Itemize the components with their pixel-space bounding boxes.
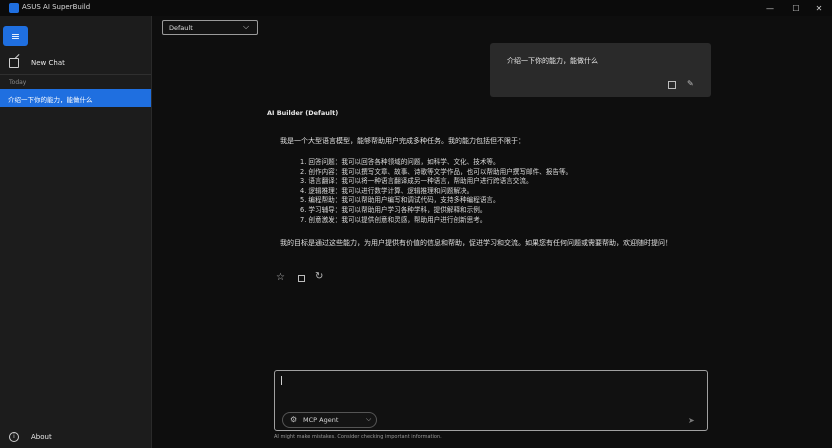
capability-list: 1. 回答问题：我可以回答各种领域的问题，如科学、文化、技术等。 2. 创作内容… — [300, 156, 573, 224]
app-window: ASUS AI SuperBuild — ☐ ✕ ≡ New Chat Toda… — [0, 0, 832, 448]
agent-label: MCP Agent — [303, 416, 339, 424]
sidebar-divider — [0, 74, 151, 75]
edit-icon[interactable]: ✎ — [687, 79, 694, 88]
assistant-intro: 我是一个大型语言模型，能够帮助用户完成多种任务。我的能力包括但不限于： — [280, 137, 525, 145]
new-chat-button[interactable]: New Chat — [0, 54, 151, 74]
chat-main: Default ⌵ 介绍一下你的能力，能做什么 ✎ AI Builder (De… — [152, 16, 832, 448]
new-chat-icon — [9, 58, 19, 68]
chevron-down-icon: ⌵ — [243, 22, 250, 31]
history-section-today: Today — [9, 79, 27, 86]
about-button[interactable]: i About — [0, 428, 151, 446]
about-label: About — [31, 433, 52, 441]
message-input[interactable] — [281, 375, 681, 385]
model-select[interactable]: Default ⌵ — [162, 20, 258, 35]
close-button[interactable]: ✕ — [806, 0, 832, 16]
minimize-button[interactable]: — — [757, 0, 783, 16]
list-item: 2. 创作内容：我可以撰写文章、故事、诗歌等文学作品，也可以帮助用户撰写邮件、报… — [300, 167, 573, 176]
refresh-icon[interactable]: ↻ — [315, 271, 323, 282]
history-item-selected[interactable]: 介绍一下你的能力，能做什么 — [0, 89, 151, 107]
agent-select[interactable]: ⚙ MCP Agent ⌵ — [282, 412, 377, 428]
menu-button[interactable]: ≡ — [3, 26, 28, 46]
assistant-name: AI Builder (Default) — [267, 109, 339, 117]
agent-icon: ⚙ — [290, 415, 298, 424]
disclaimer-text: AI might make mistakes. Consider checkin… — [274, 434, 442, 440]
send-icon[interactable]: ➤ — [688, 416, 695, 425]
star-icon[interactable]: ☆ — [276, 272, 285, 283]
list-item: 7. 创意激发：我可以提供创意和灵感，帮助用户进行创新思考。 — [300, 215, 487, 224]
list-item: 6. 学习辅导：我可以帮助用户学习各种学科，提供解释和示例。 — [300, 205, 487, 214]
new-chat-label: New Chat — [31, 59, 65, 67]
list-item: 4. 逻辑推理：我可以进行数学计算、逻辑推理和问题解决。 — [300, 186, 474, 195]
info-icon: i — [9, 432, 19, 442]
model-select-value: Default — [169, 24, 193, 32]
user-message-bubble: 介绍一下你的能力，能做什么 ✎ — [490, 43, 711, 97]
title-bar: ASUS AI SuperBuild — ☐ ✕ — [0, 0, 832, 16]
copy-icon[interactable] — [668, 81, 676, 89]
sidebar: ≡ New Chat Today 介绍一下你的能力，能做什么 i About — [0, 16, 152, 448]
list-item: 5. 编程帮助：我可以帮助用户编写和调试代码，支持多种编程语言。 — [300, 196, 500, 205]
chevron-down-icon: ⌵ — [366, 415, 372, 423]
history-item-title: 介绍一下你的能力，能做什么 — [8, 96, 93, 104]
list-item: 3. 语言翻译：我可以将一种语言翻译成另一种语言，帮助用户进行跨语言交流。 — [300, 177, 533, 186]
hamburger-icon: ≡ — [10, 29, 21, 43]
app-title: ASUS AI SuperBuild — [22, 3, 91, 11]
list-item: 1. 回答问题：我可以回答各种领域的问题，如科学、文化、技术等。 — [300, 158, 500, 166]
app-logo-icon — [9, 3, 19, 13]
user-message-text: 介绍一下你的能力，能做什么 — [507, 57, 598, 65]
copy-response-icon[interactable] — [298, 275, 305, 282]
assistant-closing: 我的目标是通过这些能力，为用户提供有价值的信息和帮助，促进学习和交流。如果您有任… — [280, 239, 672, 247]
message-composer: ⚙ MCP Agent ⌵ ➤ — [274, 370, 708, 431]
